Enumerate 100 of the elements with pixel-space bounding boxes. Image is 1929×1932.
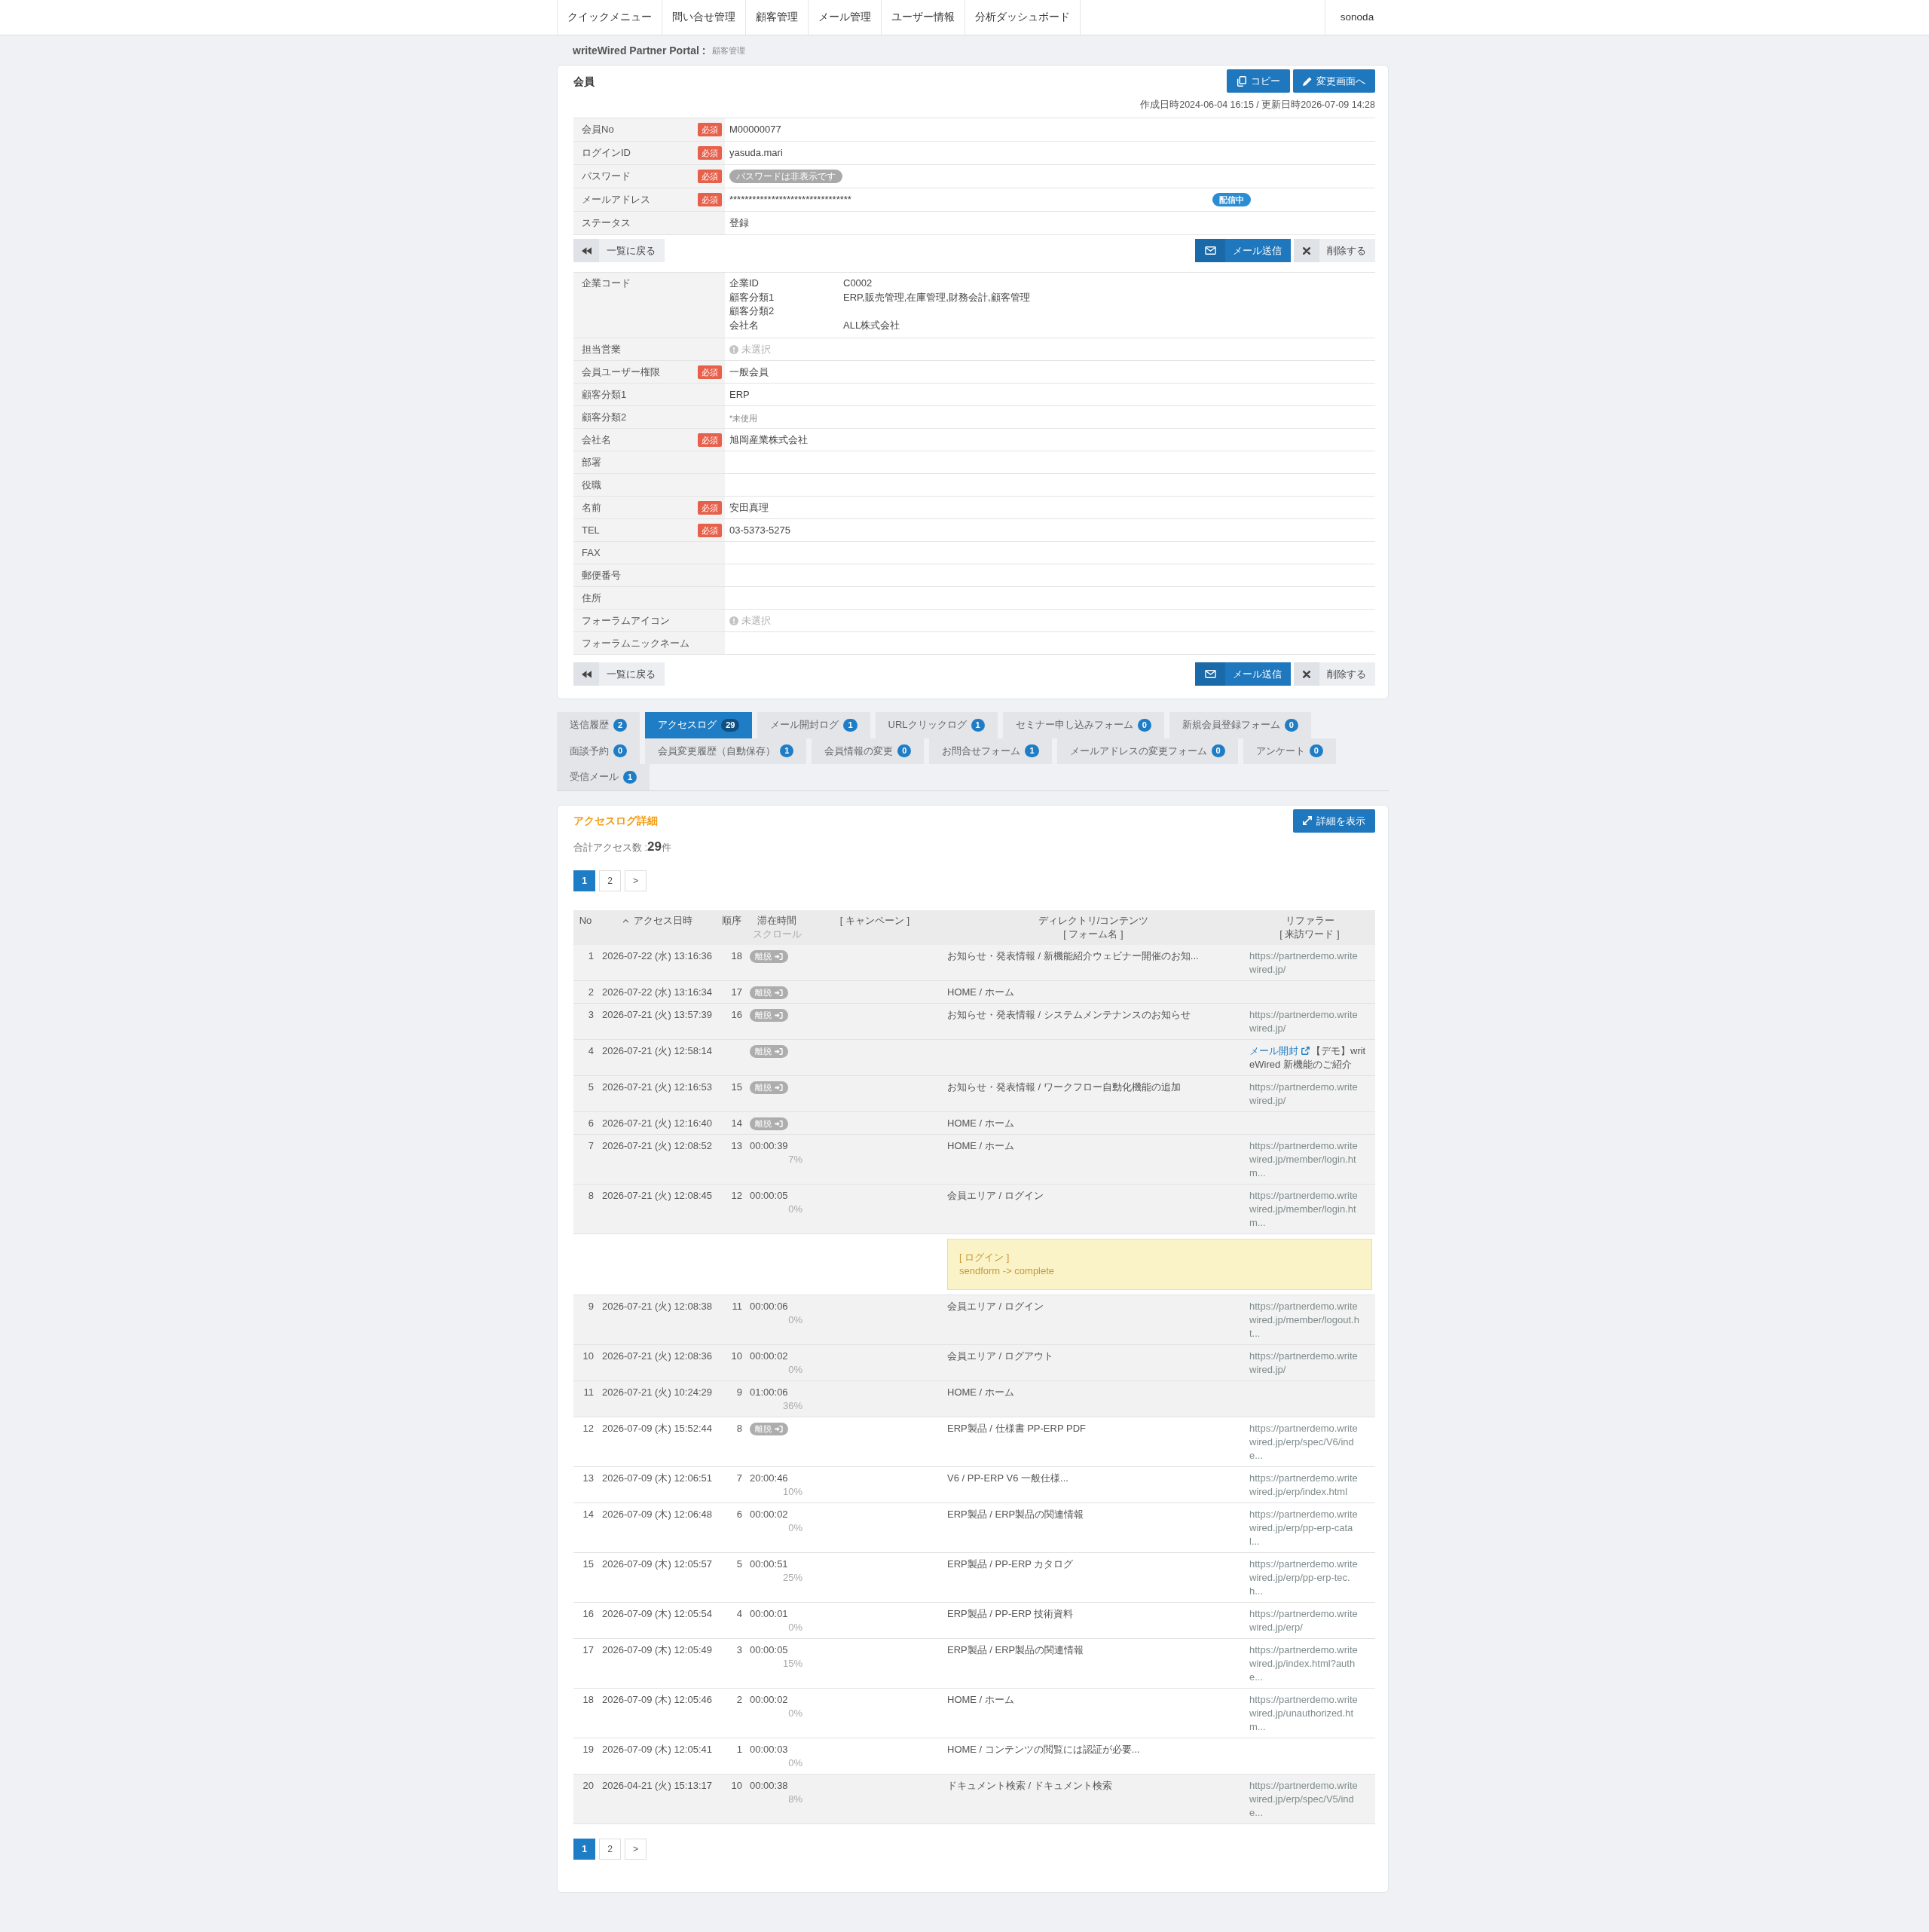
page-order: 12 <box>731 1189 742 1201</box>
scroll-percent: 0% <box>788 1707 802 1719</box>
tab[interactable]: アクセスログ 29 <box>645 712 753 738</box>
mail-open-link[interactable]: メール開封 <box>1249 1044 1298 1056</box>
count-badge: 1 <box>1025 744 1039 758</box>
access-datetime: 2026-07-21 (火) 13:57:39 <box>602 1008 712 1020</box>
page-path: HOME / ホーム <box>947 1386 1014 1398</box>
tab[interactable]: 送信履歴 2 <box>557 712 640 738</box>
pencil-icon <box>1303 76 1312 86</box>
nav-link[interactable]: 問い合せ管理 <box>662 0 746 35</box>
tab[interactable]: 会員情報の変更 0 <box>812 738 925 764</box>
user-name-link[interactable]: sonoda <box>1340 11 1374 24</box>
required-badge: 必須 <box>698 523 722 537</box>
edit-button[interactable]: 変更画面へ <box>1293 69 1375 93</box>
referrer-url: https://partnerdemo.writewired.jp/erp/spec/V6/inde... <box>1249 1422 1358 1461</box>
column-header: No <box>579 914 592 926</box>
field-label: 顧客分類1 <box>582 387 627 402</box>
send-mail-button[interactable]: メール送信 <box>1195 662 1291 686</box>
field-label: FAX <box>582 546 601 560</box>
access-datetime: 2026-07-22 (水) 13:16:34 <box>602 986 712 998</box>
sign-in-icon <box>775 1425 783 1432</box>
nav-link[interactable]: ユーザー情報 <box>882 0 965 35</box>
tab[interactable]: セミナー申し込みフォーム 0 <box>1002 712 1164 738</box>
tab[interactable]: アンケート 0 <box>1243 738 1336 764</box>
delete-button[interactable]: 削除する <box>1294 239 1375 262</box>
page-order: 1 <box>736 1743 742 1755</box>
count-badge: 0 <box>1284 718 1298 732</box>
referrer-url: https://partnerdemo.writewired.jp/ <box>1249 1008 1358 1034</box>
page-order: 7 <box>736 1472 742 1484</box>
row-number: 16 <box>582 1607 594 1619</box>
company-field-label: 顧客分類1 <box>729 290 775 304</box>
page-link[interactable]: > <box>625 870 647 891</box>
back-button[interactable]: 一覧に戻る <box>573 239 665 262</box>
company-field-label: 会社名 <box>729 318 759 332</box>
scroll-percent: 25% <box>782 1571 802 1583</box>
page-path: HOME / ホーム <box>947 1117 1014 1129</box>
referrer-url: https://partnerdemo.writewired.jp/ <box>1249 1350 1358 1375</box>
breadcrumb-section: 顧客管理 <box>712 43 746 57</box>
page-order: 16 <box>731 1008 742 1020</box>
tab[interactable]: メール開封ログ 1 <box>757 712 870 738</box>
column-header: 滞在時間 <box>757 914 796 926</box>
tab[interactable]: 会員変更履歴（自動保存） 1 <box>645 738 807 764</box>
send-mail-button[interactable]: メール送信 <box>1195 239 1291 262</box>
company-field-value: C0002 <box>843 277 873 290</box>
envelope-icon <box>1195 239 1225 262</box>
tab[interactable]: 新規会員登録フォーム 0 <box>1169 712 1311 738</box>
page-link[interactable]: 1 <box>573 870 595 891</box>
page-path: HOME / ホーム <box>947 1693 1014 1705</box>
tab[interactable]: 受信メール 1 <box>557 764 650 790</box>
nav-link[interactable]: 顧客管理 <box>746 0 809 35</box>
expand-icon <box>1303 816 1312 825</box>
page-path: 会員エリア / ログアウト <box>947 1350 1053 1362</box>
page-link[interactable]: 2 <box>599 1838 621 1860</box>
field-value: 未選択 <box>741 613 771 628</box>
field-label: フォーラムアイコン <box>582 613 670 628</box>
dwell-time: 00:00:39 <box>750 1139 788 1151</box>
page-link[interactable]: 1 <box>573 1838 595 1860</box>
tab[interactable]: URLクリックログ 1 <box>875 712 998 738</box>
tab[interactable]: お問合せフォーム 1 <box>929 738 1052 764</box>
nav-link[interactable]: 分析ダッシュボード <box>965 0 1081 35</box>
page-link[interactable]: 2 <box>599 870 621 891</box>
field-value: 一般会員 <box>729 365 769 379</box>
scroll-percent: 10% <box>782 1485 802 1497</box>
nav-link[interactable]: メール管理 <box>809 0 882 35</box>
delete-button[interactable]: 削除する <box>1294 662 1375 686</box>
sign-in-icon <box>775 989 783 996</box>
copy-button[interactable]: コピー <box>1227 69 1290 93</box>
exclamation-circle-icon <box>729 344 738 354</box>
page-path: ERP製品 / PP-ERP カタログ <box>947 1558 1074 1570</box>
access-datetime: 2026-07-21 (火) 10:24:29 <box>602 1386 712 1398</box>
access-datetime: 2026-07-21 (火) 12:16:40 <box>602 1117 712 1129</box>
scroll-percent: 0% <box>788 1203 802 1215</box>
tab[interactable]: メールアドレスの変更フォーム 0 <box>1056 738 1238 764</box>
exit-label: 離脱 <box>755 1046 772 1056</box>
access-datetime: 2026-07-09 (木) 12:05:49 <box>602 1643 712 1655</box>
required-badge: 必須 <box>698 146 722 160</box>
count-badge: 0 <box>897 744 912 758</box>
cross-icon <box>1294 662 1319 686</box>
exit-label: 離脱 <box>755 951 772 961</box>
tab[interactable]: 面談予約 0 <box>557 738 640 764</box>
back-button[interactable]: 一覧に戻る <box>573 662 665 686</box>
nav-link[interactable]: クイックメニュー <box>557 0 662 35</box>
page-order: 13 <box>731 1139 742 1151</box>
field-label: 名前 <box>582 500 601 515</box>
field-label: 郵便番号 <box>582 568 621 582</box>
cross-icon <box>1294 239 1319 262</box>
required-badge: 必須 <box>698 123 722 136</box>
dwell-time: 00:00:01 <box>750 1607 788 1619</box>
scroll-percent: 7% <box>788 1153 802 1165</box>
field-value: 03-5373-5275 <box>729 523 790 537</box>
page-link[interactable]: > <box>625 1838 647 1860</box>
page-path: ドキュメント検索 / ドキュメント検索 <box>947 1779 1112 1791</box>
page-order: 11 <box>732 1300 742 1312</box>
scroll-percent: 0% <box>788 1756 802 1768</box>
field-label: 会社名 <box>582 433 611 447</box>
page-path: HOME / ホーム <box>947 986 1014 998</box>
show-details-button[interactable]: 詳細を表示 <box>1293 809 1375 833</box>
page-order: 2 <box>736 1693 742 1705</box>
row-number: 2 <box>588 986 594 998</box>
dwell-time: 01:00:06 <box>750 1386 788 1398</box>
